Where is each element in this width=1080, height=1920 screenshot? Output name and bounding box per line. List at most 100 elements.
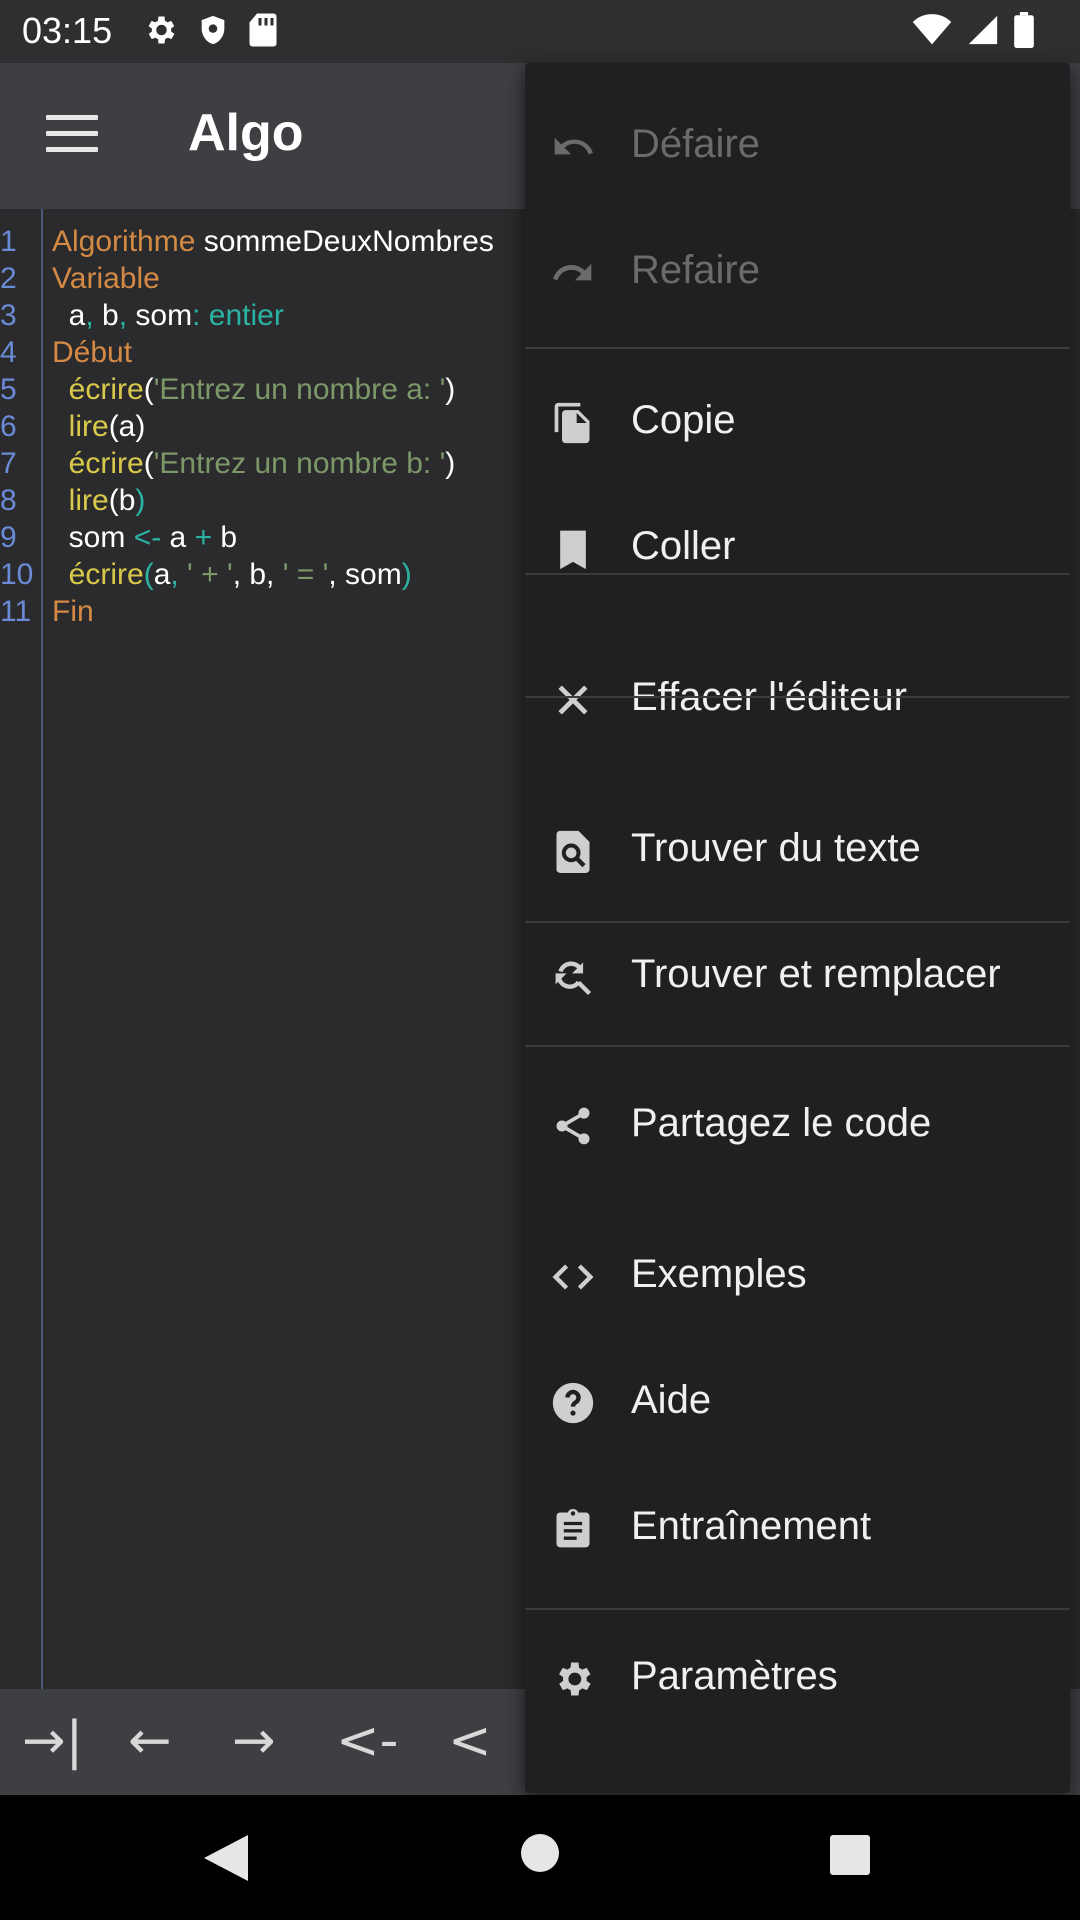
code-token: écrire xyxy=(52,447,144,480)
gutter-divider xyxy=(41,209,43,1689)
code-token: ' = ' xyxy=(282,558,329,591)
line-number: 1 xyxy=(0,225,17,258)
code-token: <- xyxy=(133,521,162,554)
menu-item-label: Défaire xyxy=(631,122,760,166)
menu-item-copy[interactable]: Copie xyxy=(525,368,1070,478)
code-token: ( xyxy=(143,373,154,406)
line-number: 9 xyxy=(0,521,17,554)
code-token: som xyxy=(52,521,134,554)
undo-icon xyxy=(554,137,593,155)
code-line[interactable]: Fin xyxy=(52,593,494,630)
code-token: (a) xyxy=(108,410,146,443)
code-token: Début xyxy=(52,336,133,369)
code-line[interactable]: lire(a) xyxy=(52,408,494,445)
line-number: 11 xyxy=(0,595,32,628)
menu-item-undo[interactable]: Défaire xyxy=(525,92,1070,202)
menu-item-help[interactable]: Aide xyxy=(525,1348,1070,1458)
menu-divider xyxy=(525,1608,1070,1610)
code-line[interactable]: écrire('Entrez un nombre b: ') xyxy=(52,445,494,482)
code-token: écrire xyxy=(52,558,144,591)
left-arrow-key-button[interactable]: ← xyxy=(128,1711,172,1771)
system-navigation-bar xyxy=(0,1795,1080,1920)
code-token: , xyxy=(85,299,94,332)
line-number: 4 xyxy=(0,336,17,369)
code-line[interactable]: a, b, som: entier xyxy=(52,297,494,334)
code-token: ( xyxy=(143,447,154,480)
code-token: sommeDeuxNombres xyxy=(195,225,494,258)
menu-item-examples[interactable]: Exemples xyxy=(525,1222,1070,1332)
code-token: 'Entrez un nombre b: ' xyxy=(153,447,446,480)
code-token: Algorithme xyxy=(52,225,196,258)
menu-divider xyxy=(525,1045,1070,1047)
right-arrow-key-button[interactable]: → xyxy=(232,1711,276,1771)
code-token: ) xyxy=(445,447,456,480)
menu-item-paste[interactable]: Coller xyxy=(525,494,1070,604)
home-icon[interactable] xyxy=(520,1833,560,1873)
menu-item-label: Exemples xyxy=(631,1252,807,1296)
code-token: b xyxy=(93,299,119,332)
line-number: 2 xyxy=(0,262,17,295)
assign-arrow-key-button[interactable]: <- xyxy=(336,1711,398,1771)
code-line[interactable]: Début xyxy=(52,334,494,371)
menu-item-label: Entraînement xyxy=(631,1504,872,1548)
code-line[interactable]: Variable xyxy=(52,260,494,297)
code-line[interactable]: écrire(a, ' + ', b, ' = ', som) xyxy=(52,556,494,593)
menu-item-label: Copie xyxy=(631,398,736,442)
menu-item-label: Aide xyxy=(631,1378,712,1422)
battery-icon xyxy=(1014,12,1034,48)
status-time: 03:15 xyxy=(22,10,113,51)
menu-item-clear-editor[interactable]: Effacer l'éditeur xyxy=(525,645,1070,755)
code-token: + xyxy=(194,521,213,554)
menu-item-training[interactable]: Entraînement xyxy=(525,1474,1070,1584)
code-line[interactable]: som <- a + b xyxy=(52,519,494,556)
code-token: ) xyxy=(401,558,412,591)
overflow-menu: Défaire Refaire Copie Coller Effacer l'é… xyxy=(525,63,1070,1793)
menu-item-label: Refaire xyxy=(631,248,760,292)
line-number: 5 xyxy=(0,373,17,406)
code-token: Variable xyxy=(52,262,160,295)
code-token: lire xyxy=(52,410,109,443)
menu-item-find-replace[interactable]: Trouver et remplacer xyxy=(525,922,1070,1032)
line-number-gutter: 1 2 3 4 5 6 7 8 9 10 11 xyxy=(0,223,33,630)
sd-card-icon xyxy=(249,13,277,47)
code-token: , xyxy=(118,299,128,332)
menu-item-find-text[interactable]: Trouver du texte xyxy=(525,796,1070,906)
code-token: , b, xyxy=(232,558,283,591)
code-token: a xyxy=(52,299,86,332)
code-text-area[interactable]: Algorithme sommeDeuxNombres Variable a, b… xyxy=(52,223,494,630)
menu-item-label: Trouver du texte xyxy=(631,826,921,870)
share-icon xyxy=(556,1107,590,1145)
code-token: ( xyxy=(143,558,154,591)
menu-item-redo[interactable]: Refaire xyxy=(525,218,1070,328)
line-number: 7 xyxy=(0,447,17,480)
code-token: Fin xyxy=(52,595,94,628)
menu-item-settings[interactable]: Paramètres xyxy=(525,1624,1070,1734)
code-line[interactable]: Algorithme sommeDeuxNombres xyxy=(52,223,494,260)
tab-key-button[interactable]: →| xyxy=(22,1711,83,1771)
hamburger-menu-icon[interactable] xyxy=(46,115,98,155)
code-token: 'Entrez un nombre a: ' xyxy=(153,373,446,406)
code-line[interactable]: écrire('Entrez un nombre a: ') xyxy=(52,371,494,408)
code-token: entier xyxy=(200,299,284,332)
less-than-key-button[interactable]: < xyxy=(448,1711,492,1771)
settings-icon xyxy=(559,1662,591,1696)
line-number: 3 xyxy=(0,299,17,332)
wifi-icon xyxy=(912,14,952,45)
code-token: lire xyxy=(52,484,109,517)
menu-item-share-code[interactable]: Partagez le code xyxy=(525,1071,1070,1181)
code-line[interactable]: lire(b) xyxy=(52,482,494,519)
menu-divider xyxy=(525,573,1070,575)
code-token: a xyxy=(161,521,195,554)
code-token: ) xyxy=(445,373,456,406)
code-token: ' + ' xyxy=(187,558,233,591)
code-icon xyxy=(552,1264,594,1290)
menu-divider xyxy=(525,347,1070,349)
line-number: 6 xyxy=(0,410,17,443)
shield-icon xyxy=(201,15,225,45)
app-title: Algo xyxy=(188,104,304,162)
find-in-page-icon xyxy=(556,830,590,873)
code-token: , som xyxy=(328,558,402,591)
back-icon[interactable] xyxy=(204,1835,248,1881)
recents-icon[interactable] xyxy=(830,1835,870,1875)
code-token: a xyxy=(153,558,171,591)
